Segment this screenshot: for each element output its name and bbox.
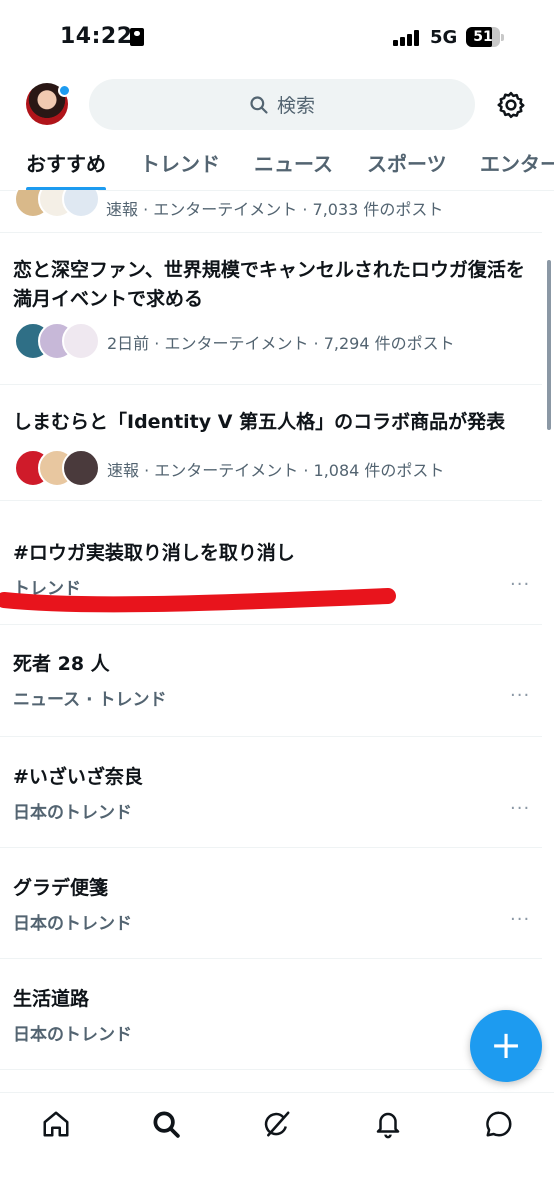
signal-icon [393,30,423,46]
search-placeholder: 検索 [276,95,315,117]
tab-trending[interactable]: トレンド [140,148,220,177]
explore-feed[interactable]: 速報 · エンターテイメント · 7,033 件のポスト 恋と深空ファン、世界規… [0,190,554,1092]
tab-recommended[interactable]: おすすめ [26,148,106,177]
search-icon [250,95,268,114]
trend-subtitle: 日本のトレンド [13,1025,132,1045]
tab-sports[interactable]: スポーツ [367,148,447,177]
gear-icon[interactable] [496,90,526,120]
explore-tabs: おすすめ トレンド ニュース スポーツ エンター [0,140,554,191]
news-item[interactable]: しまむらと「Identity V 第五人格」のコラボ商品が発表 速報 · エンタ… [0,384,542,501]
news-item[interactable]: 恋と深空ファン、世界規模でキャンセルされたロウガ復活を満月イベントで求める 2日… [0,232,542,385]
news-meta: 速報 · エンターテイメント · 7,033 件のポスト [106,200,444,219]
trend-item[interactable]: 死者 28 人 ニュース · トレンド ··· [0,625,542,737]
bottom-navigation [0,1092,554,1201]
scrollbar[interactable] [547,260,551,430]
network-type: 5G [430,27,458,48]
more-options-icon[interactable]: ··· [510,798,530,819]
trend-item[interactable]: グラデ便箋 日本のトレンド ··· [0,847,542,959]
bell-icon[interactable] [373,1109,403,1139]
news-avatars [14,449,100,487]
trend-title: 生活道路 [13,988,90,1010]
grok-icon[interactable] [262,1109,292,1139]
trend-title: #いざいざ奈良 [13,766,143,788]
trend-title: #ロウガ実装取り消しを取り消し [13,542,295,564]
tab-news[interactable]: ニュース [254,148,333,177]
more-options-icon[interactable]: ··· [510,909,530,930]
news-item[interactable]: 速報 · エンターテイメント · 7,033 件のポスト [0,190,542,233]
red-marker-stroke [0,588,396,613]
more-options-icon[interactable]: ··· [510,574,530,595]
trend-subtitle: ニュース · トレンド [13,690,167,710]
status-time: 14:22 [60,24,133,49]
trend-subtitle: 日本のトレンド [13,803,132,823]
tab-entertainment[interactable]: エンター [480,148,554,177]
home-icon[interactable] [41,1109,71,1139]
id-card-icon [130,28,144,46]
search-input[interactable]: 検索 [89,79,475,130]
news-title: 恋と深空ファン、世界規模でキャンセルされたロウガ復活を満月イベントで求める [13,259,525,310]
trend-item[interactable]: #いざいざ奈良 日本のトレンド ··· [0,736,542,848]
news-meta: 2日前 · エンターテイメント · 7,294 件のポスト [107,334,455,353]
compose-button[interactable]: + [470,1010,542,1082]
battery-level: 51 [473,29,493,45]
more-options-icon[interactable]: ··· [510,685,530,706]
notification-dot [58,84,71,97]
news-meta: 速報 · エンターテイメント · 1,084 件のポスト [107,461,445,480]
trend-title: 死者 28 人 [13,653,110,675]
trend-title: グラデ便箋 [13,877,109,899]
trend-item[interactable]: 生活道路 日本のトレンド [0,958,542,1070]
status-bar: 14:22 5G 51 [0,0,554,70]
news-avatars [14,190,100,218]
trend-subtitle: 日本のトレンド [13,914,132,934]
search-icon[interactable] [151,1109,181,1139]
message-icon[interactable] [484,1109,514,1139]
battery-icon: 51 [466,27,504,47]
news-avatars [14,322,100,360]
news-title: しまむらと「Identity V 第五人格」のコラボ商品が発表 [13,411,506,433]
